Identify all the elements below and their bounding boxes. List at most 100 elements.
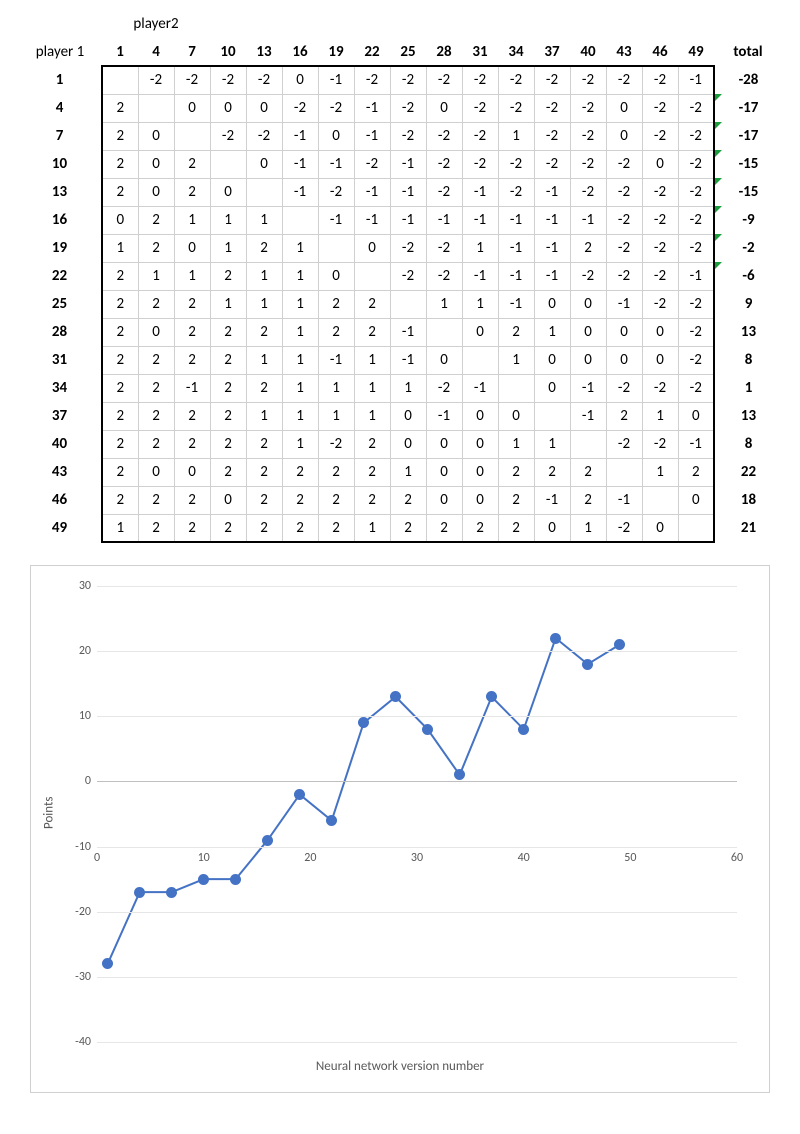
y-tick-label: -30 xyxy=(75,970,97,984)
matrix-cell: -2 xyxy=(534,66,570,94)
matrix-cell: 0 xyxy=(138,122,174,150)
matrix-cell: 1 xyxy=(498,346,534,374)
matrix-cell: -1 xyxy=(570,402,606,430)
matrix-cell: 2 xyxy=(534,458,570,486)
matrix-cell: -2 xyxy=(534,122,570,150)
matrix-cell: -2 xyxy=(498,178,534,206)
row-total: 13 xyxy=(714,318,782,346)
matrix-cell: 1 xyxy=(390,458,426,486)
matrix-cell: 2 xyxy=(102,262,138,290)
x-tick-label: 40 xyxy=(518,851,530,865)
matrix-cell: 0 xyxy=(534,290,570,318)
matrix-cell: -2 xyxy=(534,150,570,178)
matrix-cell xyxy=(210,150,246,178)
x-tick-label: 10 xyxy=(198,851,210,865)
row-total: 8 xyxy=(714,346,782,374)
matrix-cell: -1 xyxy=(462,262,498,290)
matrix-cell: 2 xyxy=(498,514,534,542)
x-tick-label: 20 xyxy=(304,851,316,865)
matrix-cell: 2 xyxy=(138,486,174,514)
matrix-cell: 2 xyxy=(210,430,246,458)
matrix-cell: 2 xyxy=(138,514,174,542)
matrix-cell: 2 xyxy=(210,402,246,430)
matrix-cell: -2 xyxy=(138,66,174,94)
matrix-cell: -2 xyxy=(570,150,606,178)
matrix-cell: 2 xyxy=(246,430,282,458)
matrix-cell: 2 xyxy=(246,374,282,402)
row-label: 16 xyxy=(18,206,102,234)
matrix-cell: -2 xyxy=(462,66,498,94)
matrix-cell: -2 xyxy=(606,206,642,234)
matrix-cell: 0 xyxy=(174,94,210,122)
row-total: 8 xyxy=(714,430,782,458)
matrix-cell: 0 xyxy=(390,430,426,458)
matrix-cell: -2 xyxy=(642,206,678,234)
matrix-cell: -1 xyxy=(570,374,606,402)
matrix-cell: 2 xyxy=(102,178,138,206)
col-head: 49 xyxy=(678,38,714,66)
matrix-cell: -2 xyxy=(678,318,714,346)
table-row: 40222221-2200011-2-2-18 xyxy=(18,430,782,458)
matrix-cell xyxy=(390,290,426,318)
matrix-cell: -2 xyxy=(678,346,714,374)
plot-area: -40-30-20-1001020300102030405060 xyxy=(97,586,737,1042)
grid-line xyxy=(97,1042,737,1043)
matrix-cell: -2 xyxy=(426,374,462,402)
y-tick-label: 30 xyxy=(79,579,97,593)
matrix-cell: 2 xyxy=(102,122,138,150)
table-row: 2820222122-1021000-213 xyxy=(18,318,782,346)
matrix-table: player2 player 1 1 4 7 10 13 16 19 22 25… xyxy=(18,10,782,543)
table-row: 4912222221222201-2021 xyxy=(18,514,782,542)
matrix-cell: 2 xyxy=(390,514,426,542)
col-head: 31 xyxy=(462,38,498,66)
col-head: 28 xyxy=(426,38,462,66)
matrix-cell: -2 xyxy=(606,514,642,542)
matrix-cell: 2 xyxy=(174,346,210,374)
matrix-cell: 1 xyxy=(534,430,570,458)
grid-line xyxy=(97,781,737,782)
matrix-cell: 2 xyxy=(246,318,282,346)
row-label: 13 xyxy=(18,178,102,206)
matrix-cell: 1 xyxy=(354,402,390,430)
row-total: -6 xyxy=(714,262,782,290)
table-row: 102020-1-1-2-1-2-2-2-2-2-20-2-15 xyxy=(18,150,782,178)
matrix-cell: 2 xyxy=(570,486,606,514)
matrix-cell: -1 xyxy=(354,94,390,122)
col-head: 37 xyxy=(534,38,570,66)
chart-container: Points -40-30-20-1001020300102030405060 … xyxy=(30,565,770,1093)
matrix-cell: 2 xyxy=(102,150,138,178)
matrix-cell: 1 xyxy=(534,318,570,346)
matrix-cell: -1 xyxy=(354,122,390,150)
matrix-cell: 0 xyxy=(282,66,318,94)
row-label: 19 xyxy=(18,234,102,262)
col-head: 46 xyxy=(642,38,678,66)
matrix-cell: -1 xyxy=(318,150,354,178)
matrix-cell: -1 xyxy=(390,150,426,178)
matrix-cell: 2 xyxy=(282,514,318,542)
matrix-cell: 2 xyxy=(354,430,390,458)
matrix-cell: -1 xyxy=(498,234,534,262)
matrix-cell xyxy=(570,430,606,458)
matrix-cell: 2 xyxy=(138,402,174,430)
matrix-cell: -1 xyxy=(390,178,426,206)
matrix-cell: 2 xyxy=(282,486,318,514)
grid-line xyxy=(97,847,737,848)
matrix-cell: 0 xyxy=(174,458,210,486)
chart-marker xyxy=(230,874,241,885)
row-total: 21 xyxy=(714,514,782,542)
matrix-cell: 0 xyxy=(138,150,174,178)
matrix-cell: -1 xyxy=(606,486,642,514)
matrix-cell: 0 xyxy=(606,94,642,122)
row-total: 18 xyxy=(714,486,782,514)
row-total: -17 xyxy=(714,94,782,122)
matrix-cell: 2 xyxy=(138,430,174,458)
row-label: 28 xyxy=(18,318,102,346)
matrix-cell: 2 xyxy=(246,458,282,486)
row-label: 37 xyxy=(18,402,102,430)
matrix-cell: -1 xyxy=(426,206,462,234)
matrix-cell: 0 xyxy=(138,458,174,486)
matrix-cell: 2 xyxy=(426,514,462,542)
matrix-cell: -2 xyxy=(462,122,498,150)
grid-line xyxy=(97,912,737,913)
matrix-cell xyxy=(534,402,570,430)
